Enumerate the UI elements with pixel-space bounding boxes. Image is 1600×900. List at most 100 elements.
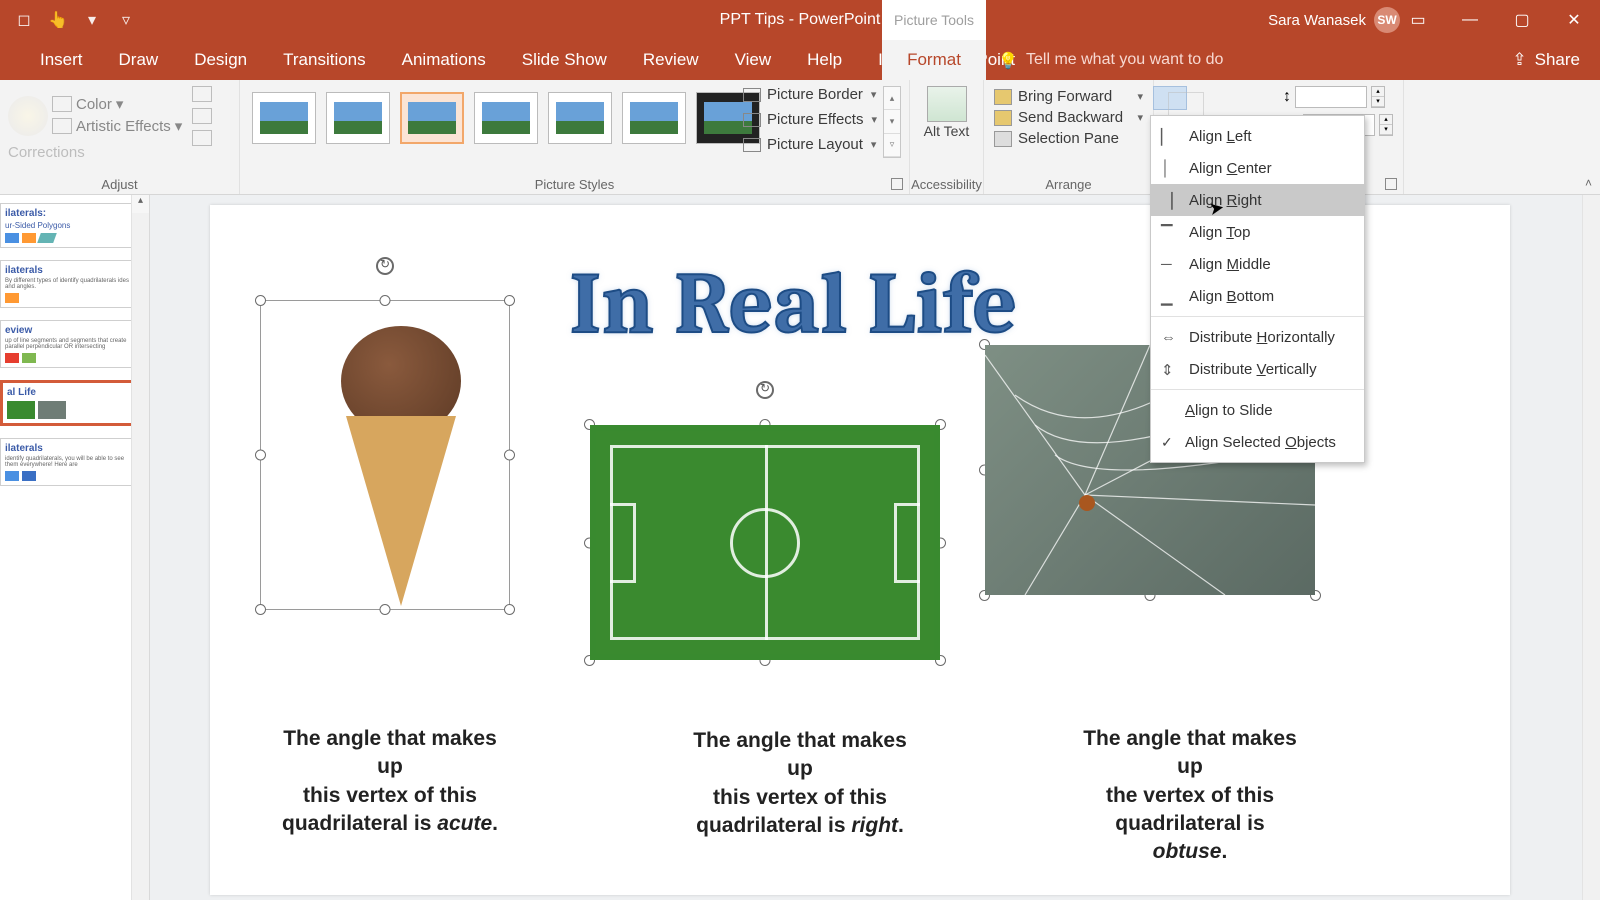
picture-style-4[interactable]	[474, 92, 538, 144]
picture-layout-icon	[743, 138, 761, 152]
color-icon[interactable]	[52, 96, 72, 112]
slide-thumbnail[interactable]: eview up of line segments and segments t…	[0, 320, 143, 368]
group-accessibility: Alt Text Accessibility	[910, 80, 984, 194]
touch-mode-icon[interactable]: 👆	[46, 8, 70, 32]
corrections-button[interactable]: Corrections	[8, 144, 231, 161]
artistic-effects-button[interactable]: Artistic Effects	[76, 118, 171, 135]
picture-style-6[interactable]	[622, 92, 686, 144]
tab-slideshow[interactable]: Slide Show	[504, 40, 625, 80]
width-spinner[interactable]: ▴▾	[1379, 114, 1393, 136]
tab-draw[interactable]: Draw	[101, 40, 177, 80]
align-left-icon: ▏	[1161, 128, 1179, 144]
artistic-effects-icon[interactable]	[52, 118, 72, 134]
rotation-handle[interactable]	[376, 257, 394, 275]
slide-canvas-area[interactable]: In Real Life	[150, 195, 1600, 900]
rotation-handle[interactable]	[756, 381, 774, 399]
bring-forward-button[interactable]: Bring Forward▾	[992, 86, 1145, 107]
align-bottom-item[interactable]: ▁Align Bottom	[1151, 280, 1364, 312]
distribute-vertically-item[interactable]: ⇕Distribute Vertically	[1151, 353, 1364, 385]
lightbulb-icon: 💡	[998, 51, 1016, 69]
selection-pane-button[interactable]: Selection Pane	[992, 128, 1145, 149]
compress-pictures-icon[interactable]	[192, 86, 212, 102]
ribbon-display-icon[interactable]: ▭	[1392, 0, 1444, 40]
shape-height-input[interactable]	[1295, 86, 1367, 108]
picture-layout-button[interactable]: Picture Layout▾	[737, 134, 883, 155]
style-gallery-scroll[interactable]: ▴▾▿	[883, 86, 901, 158]
size-dialog-launcher[interactable]	[1385, 178, 1397, 190]
tell-me-search[interactable]: 💡 Tell me what you want to do	[998, 40, 1223, 80]
send-backward-button[interactable]: Send Backward▾	[992, 107, 1145, 128]
qat-customize-icon[interactable]: ▿	[114, 8, 138, 32]
collapse-ribbon-icon[interactable]: ˄	[1585, 176, 1592, 190]
resize-handle[interactable]	[504, 604, 515, 615]
align-top-item[interactable]: ▔Align Top	[1151, 216, 1364, 248]
resize-handle[interactable]	[255, 604, 266, 615]
corrections-icon[interactable]	[8, 96, 48, 136]
title-bar: ◻ 👆 ▾ ▿ PPT Tips - PowerPoint Picture To…	[0, 0, 1600, 40]
thumbnail-scrollbar[interactable]: ▴	[131, 195, 149, 900]
tab-format[interactable]: Format	[882, 40, 986, 80]
align-right-item[interactable]: ▕Align Right	[1151, 184, 1364, 216]
share-icon: ⇪	[1512, 50, 1526, 70]
tab-transitions[interactable]: Transitions	[265, 40, 384, 80]
change-picture-icon[interactable]	[192, 108, 212, 124]
resize-handle[interactable]	[255, 295, 266, 306]
qat-dropdown-icon[interactable]: ▾	[80, 8, 104, 32]
picture-style-1[interactable]	[252, 92, 316, 144]
slide-thumbnail-panel[interactable]: ilaterals:ur-Sided Polygons ilaterals By…	[0, 195, 150, 900]
slide-thumbnail[interactable]: ilaterals identify quadrilaterals, you w…	[0, 438, 143, 486]
align-middle-icon: ─	[1161, 256, 1179, 272]
picture-effects-button[interactable]: Picture Effects▾	[737, 109, 883, 130]
canvas-scrollbar[interactable]	[1582, 195, 1600, 900]
tab-design[interactable]: Design	[176, 40, 265, 80]
share-button[interactable]: ⇪ Share	[1512, 40, 1580, 80]
resize-handle[interactable]	[504, 450, 515, 461]
resize-handle[interactable]	[255, 450, 266, 461]
selected-image-soccerfield[interactable]	[590, 425, 940, 660]
picture-style-2[interactable]	[326, 92, 390, 144]
caption-obtuse[interactable]: The angle that makes upthe vertex of thi…	[1080, 725, 1300, 867]
caption-acute[interactable]: The angle that makes upthis vertex of th…	[280, 725, 500, 838]
distribute-v-icon: ⇕	[1161, 361, 1179, 377]
picture-border-icon	[743, 88, 761, 102]
maximize-button[interactable]: ▢	[1496, 0, 1548, 40]
quick-access-toolbar: ◻ 👆 ▾ ▿	[0, 8, 138, 32]
slide-thumbnail[interactable]: ilaterals By different types of identify…	[0, 260, 143, 308]
picture-border-button[interactable]: Picture Border▾	[737, 84, 883, 105]
caption-right[interactable]: The angle that makes upthis vertex of th…	[690, 727, 910, 840]
align-left-item[interactable]: ▏Align Left	[1151, 120, 1364, 152]
share-label: Share	[1535, 50, 1580, 70]
picture-style-3[interactable]	[400, 92, 464, 144]
menu-separator	[1151, 389, 1364, 390]
alt-text-icon[interactable]	[927, 86, 967, 122]
slide-thumbnail-current[interactable]: al Life	[0, 380, 143, 426]
close-button[interactable]: ✕	[1548, 0, 1600, 40]
tab-animations[interactable]: Animations	[384, 40, 504, 80]
group-label-arrange: Arrange	[984, 177, 1153, 192]
slide-title-text[interactable]: In Real Life	[570, 255, 1018, 354]
slide-thumbnail[interactable]: ilaterals:ur-Sided Polygons	[0, 203, 143, 248]
color-button[interactable]: Color	[76, 96, 112, 113]
selected-image-icecream[interactable]	[260, 300, 510, 610]
tab-view[interactable]: View	[717, 40, 790, 80]
minimize-button[interactable]: —	[1444, 0, 1496, 40]
icecream-image	[346, 336, 456, 596]
user-account[interactable]: Sara Wanasek SW	[1268, 7, 1400, 33]
align-selected-objects-item[interactable]: ✓Align Selected Objects	[1151, 426, 1364, 458]
tab-review[interactable]: Review	[625, 40, 717, 80]
tab-insert[interactable]: Insert	[22, 40, 101, 80]
contextual-tab-picture-tools[interactable]: Picture Tools	[882, 0, 986, 40]
picture-style-5[interactable]	[548, 92, 612, 144]
height-spinner[interactable]: ▴▾	[1371, 86, 1385, 108]
autosave-icon[interactable]: ◻	[12, 8, 36, 32]
resize-handle[interactable]	[380, 295, 391, 306]
picture-styles-dialog-launcher[interactable]	[891, 178, 903, 190]
distribute-horizontally-item[interactable]: ⇔Distribute Horizontally	[1151, 321, 1364, 353]
align-middle-item[interactable]: ─Align Middle	[1151, 248, 1364, 280]
alt-text-button[interactable]: Alt Text	[924, 124, 970, 139]
align-to-slide-item[interactable]: Align to Slide	[1151, 394, 1364, 426]
align-center-item[interactable]: │Align Center	[1151, 152, 1364, 184]
selection-pane-icon	[994, 131, 1012, 147]
tab-help[interactable]: Help	[789, 40, 860, 80]
resize-handle[interactable]	[504, 295, 515, 306]
